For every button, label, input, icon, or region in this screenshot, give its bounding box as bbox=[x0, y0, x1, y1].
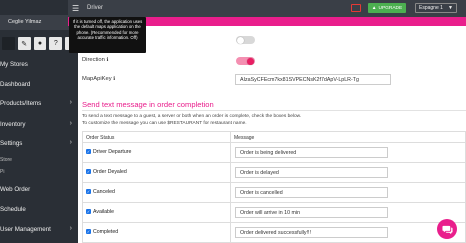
sidebar-toolbar: ✎ ● ? ↯ bbox=[0, 37, 78, 51]
store-select-value: Espagne 1 bbox=[419, 5, 443, 11]
sidebar: Ceglie Yilmaz ✎ ● ? ↯ My Stores Dashboar… bbox=[0, 0, 78, 243]
direction-label: Direction ℹ bbox=[82, 57, 108, 63]
cart-icon: ▲ bbox=[371, 5, 377, 11]
sidebar-item-label: Web Order bbox=[0, 186, 31, 193]
sidebar-item-label: Store bbox=[0, 157, 12, 163]
chevron-right-icon: › bbox=[69, 99, 72, 106]
section-description: To send a text message to a guest, a ser… bbox=[82, 114, 302, 119]
map-api-key-input[interactable]: AIzaSyCFEcm7kx81SVPECNsK2f7dApV-LpLR-Tg bbox=[235, 74, 391, 85]
toggle-knob bbox=[247, 57, 254, 65]
page-title: Driver bbox=[87, 5, 103, 11]
chevron-right-icon: › bbox=[69, 120, 72, 127]
chat-icon bbox=[441, 225, 453, 234]
message-input[interactable]: Order is cancelled bbox=[235, 187, 388, 198]
user-icon[interactable]: ● bbox=[33, 37, 47, 50]
column-header-order-status: Order Status bbox=[83, 132, 231, 143]
map-api-key-label-text: MapApiKey bbox=[82, 76, 112, 82]
message-input[interactable]: Order is delayed bbox=[235, 167, 388, 178]
brush-icon[interactable]: ✎ bbox=[17, 37, 31, 50]
sidebar-item-label: Dashboard bbox=[0, 81, 31, 88]
sidebar-item-label: Products/Items bbox=[0, 100, 42, 107]
chat-button[interactable] bbox=[437, 219, 457, 239]
direction-toggle[interactable] bbox=[236, 57, 255, 65]
status-label: Order Deyaled bbox=[93, 169, 127, 175]
message-input[interactable]: Order delivered successfully!!! bbox=[235, 227, 388, 238]
main-content: Direction ℹ MapApiKey ℹ AIzaSyCFEcm7kx81… bbox=[78, 26, 466, 243]
store-select[interactable]: Espagne 1 ▼ bbox=[415, 3, 457, 13]
table-row: ✓ Driver Departure Order is being delive… bbox=[83, 143, 466, 163]
info-icon[interactable]: ℹ bbox=[107, 57, 109, 63]
order-status-table: Order Status Message ✓ Driver Departure … bbox=[82, 131, 466, 243]
sidebar-user-name[interactable]: Ceglie Yilmaz bbox=[0, 15, 78, 30]
help-icon[interactable]: ? bbox=[49, 37, 63, 50]
tooltip: If it is turned off, the application use… bbox=[69, 17, 146, 53]
status-label: Driver Departure bbox=[93, 149, 132, 155]
checkbox[interactable]: ✓ bbox=[86, 229, 91, 234]
map-api-key-label: MapApiKey ℹ bbox=[82, 76, 115, 82]
table-row: ✓ Canceled Order is cancelled bbox=[83, 183, 466, 203]
upgrade-label: UPGRADE bbox=[378, 5, 403, 11]
upgrade-button[interactable]: ▲ UPGRADE bbox=[368, 3, 406, 13]
sidebar-tool-blank[interactable] bbox=[2, 37, 15, 50]
direction-label-text: Direction bbox=[82, 57, 105, 63]
chevron-right-icon: › bbox=[69, 225, 72, 232]
maps-toggle[interactable] bbox=[236, 36, 255, 44]
message-input[interactable]: Order is being delivered bbox=[235, 147, 388, 158]
top-bar: ☰ Driver ▲ UPGRADE Espagne 1 ▼ bbox=[68, 0, 466, 17]
divider bbox=[82, 110, 466, 111]
section-description: To customize the message you can use $RE… bbox=[82, 121, 247, 126]
info-icon[interactable]: ℹ bbox=[113, 76, 115, 82]
section-title: Send text message in order completion bbox=[82, 100, 214, 109]
tv-icon[interactable] bbox=[351, 4, 361, 12]
sidebar-item-label: My Stores bbox=[0, 61, 28, 68]
message-input[interactable]: Order will arrive in 10 min bbox=[235, 207, 388, 218]
status-label: Canceled bbox=[93, 189, 115, 195]
status-cell: ✓ Driver Departure bbox=[83, 143, 231, 163]
table-row: ✓ Completed Order delivered successfully… bbox=[83, 223, 466, 243]
sidebar-item-label: Schedule bbox=[0, 206, 26, 213]
status-cell: ✓ Order Deyaled bbox=[83, 163, 231, 183]
table-row: ✓ Order Deyaled Order is delayed bbox=[83, 163, 466, 183]
checkbox[interactable]: ✓ bbox=[86, 189, 91, 194]
checkbox[interactable]: ✓ bbox=[86, 169, 91, 174]
checkbox[interactable]: ✓ bbox=[86, 149, 91, 154]
sidebar-item-label: Pi bbox=[0, 169, 5, 175]
sidebar-item-label: Settings bbox=[0, 140, 23, 147]
hamburger-icon[interactable]: ☰ bbox=[72, 4, 79, 13]
status-cell: ✓ Available bbox=[83, 203, 231, 223]
sidebar-item-label: Inventory bbox=[0, 121, 26, 128]
status-label: Completed bbox=[93, 229, 119, 235]
column-header-message: Message bbox=[231, 132, 466, 143]
status-cell: ✓ Canceled bbox=[83, 183, 231, 203]
checkbox[interactable]: ✓ bbox=[86, 209, 91, 214]
sidebar-item-label: User Management bbox=[0, 226, 51, 233]
chevron-right-icon: › bbox=[69, 139, 72, 146]
chevron-down-icon: ▼ bbox=[448, 5, 453, 11]
table-row: ✓ Available Order will arrive in 10 min bbox=[83, 203, 466, 223]
toggle-knob bbox=[237, 36, 244, 44]
status-label: Available bbox=[93, 209, 114, 215]
status-cell: ✓ Completed bbox=[83, 223, 231, 243]
